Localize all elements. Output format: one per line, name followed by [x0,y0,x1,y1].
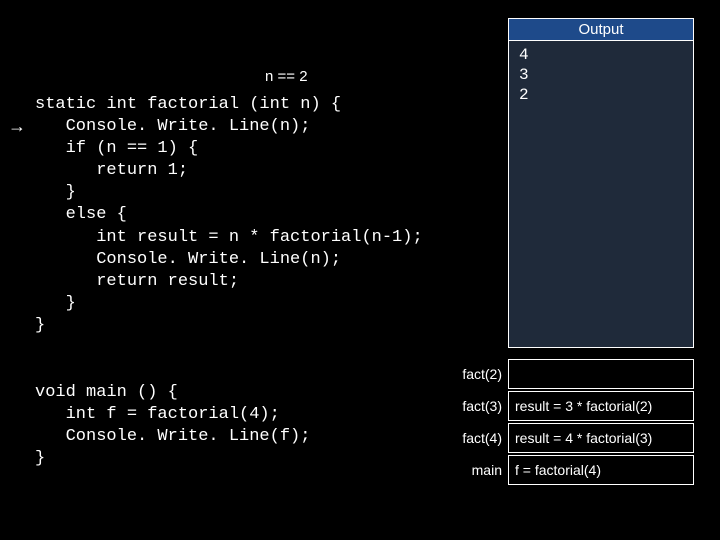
stack-frame-label: main [442,462,508,478]
stack-frame: fact(4) result = 4 * factorial(3) [442,422,694,454]
stack-frame: fact(2) [442,358,694,390]
call-stack: fact(2) fact(3) result = 3 * factorial(2… [442,358,694,486]
code-main: void main () { int f = factorial(4); Con… [35,382,310,470]
code-factorial: static int factorial (int n) { Console. … [35,94,423,337]
stack-frame-content: f = factorial(4) [508,455,694,485]
output-panel: Output 4 3 2 [508,18,694,348]
stack-frame: main f = factorial(4) [442,454,694,486]
stack-frame-content [508,359,694,389]
stack-frame-label: fact(4) [442,430,508,446]
output-body: 4 3 2 [509,41,693,109]
stack-frame-label: fact(2) [442,366,508,382]
stack-frame-content: result = 3 * factorial(2) [508,391,694,421]
stack-frame-content: result = 4 * factorial(3) [508,423,694,453]
stack-frame-label: fact(3) [442,398,508,414]
execution-arrow-icon: → [8,117,26,135]
stack-frame: fact(3) result = 3 * factorial(2) [442,390,694,422]
output-header: Output [509,19,693,41]
n-annotation: n == 2 [265,68,308,85]
